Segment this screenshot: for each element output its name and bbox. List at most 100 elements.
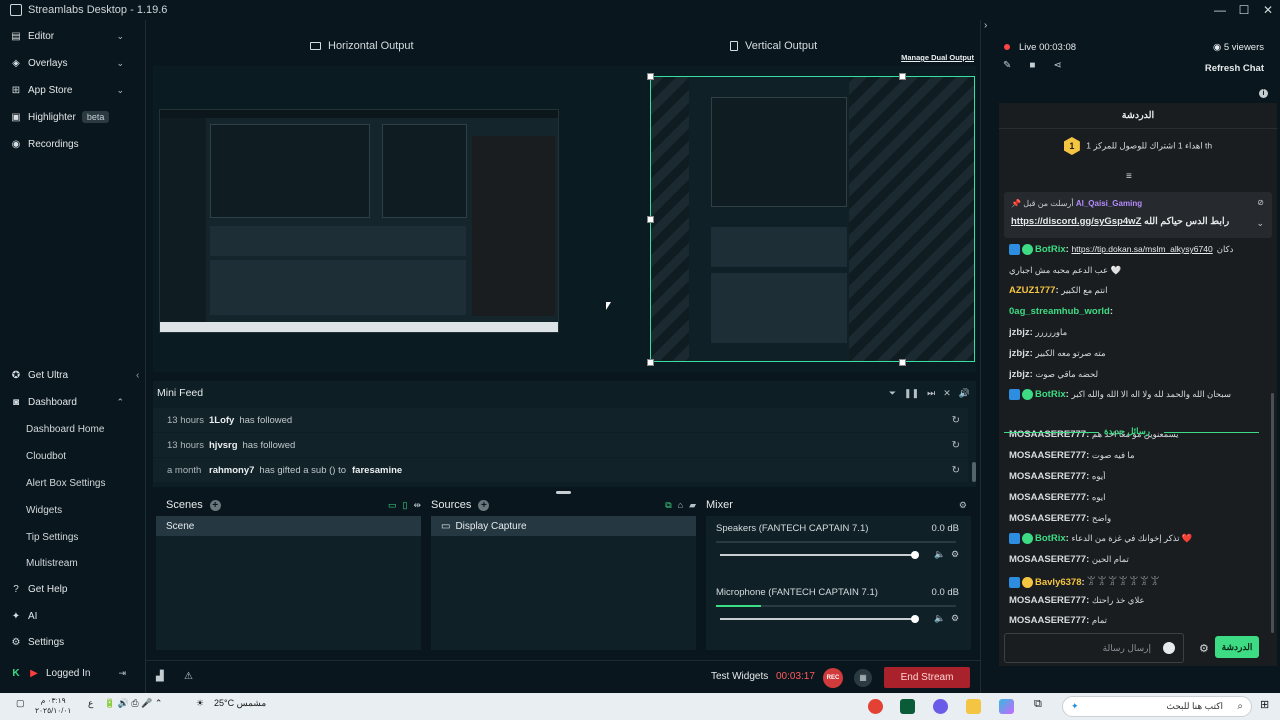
resize-handle[interactable]: [899, 73, 906, 80]
horizontal-output-header[interactable]: Horizontal Output: [310, 40, 414, 52]
manage-dual-output-link[interactable]: Manage Dual Output: [901, 53, 974, 62]
resize-handle[interactable]: [899, 359, 906, 366]
source-tool-icon[interactable]: ⌂: [678, 500, 683, 511]
language-icon[interactable]: ع: [88, 698, 93, 709]
chat-scrollbar[interactable]: [1271, 393, 1274, 633]
mini-feed-scrollbar[interactable]: [972, 462, 976, 482]
sidebar-item-get-help[interactable]: ? Get Help: [0, 576, 146, 602]
record-button[interactable]: REC: [823, 668, 843, 688]
chat-username[interactable]: jzbjz: [1009, 327, 1030, 338]
scene-item[interactable]: Scene: [156, 516, 421, 536]
chevron-down-icon[interactable]: ⌄: [116, 31, 124, 42]
chat-username[interactable]: MOSAASERE777: [1009, 471, 1086, 482]
chevron-down-icon[interactable]: ⌄: [116, 85, 124, 96]
volume-slider[interactable]: [720, 618, 916, 620]
filter-icon[interactable]: ⏷: [889, 388, 896, 399]
clock[interactable]: ٠٣:١٩ م ٢٠٢٥/١٠/٠١: [35, 696, 71, 716]
chat-username[interactable]: 0ag_streamhub_world: [1009, 306, 1110, 317]
sidebar-item-alert-box-settings[interactable]: Alert Box Settings: [0, 470, 146, 496]
sidebar-item-tip-settings[interactable]: Tip Settings: [0, 524, 146, 550]
resize-handle[interactable]: [647, 216, 654, 223]
chat-username[interactable]: MOSAASERE777: [1009, 513, 1086, 524]
chat-username[interactable]: BotRix: [1035, 533, 1066, 544]
pause-icon[interactable]: ❚❚: [904, 388, 919, 399]
refresh-chat-button[interactable]: Refresh Chat: [1205, 63, 1264, 74]
sidebar-item-get-ultra[interactable]: ✪ Get Ultra: [0, 362, 146, 388]
sidebar-item-app-store[interactable]: ⊞ App Store ⌄: [0, 77, 146, 103]
chat-username[interactable]: MOSAASERE777: [1009, 554, 1086, 565]
action-center-icon[interactable]: ▢: [16, 698, 25, 709]
vertical-output-header[interactable]: Vertical Output: [730, 40, 817, 52]
sidebar-item-ai[interactable]: ✦ AI: [0, 603, 146, 629]
camera-icon[interactable]: ■: [1029, 60, 1035, 71]
filter-icon[interactable]: ≡: [1126, 171, 1132, 182]
panel-resize-handle[interactable]: [556, 491, 571, 494]
discord-icon[interactable]: [933, 699, 948, 714]
add-scene-button[interactable]: +: [209, 499, 221, 511]
chevron-down-icon[interactable]: ⌄: [116, 58, 124, 69]
mixer-settings-icon[interactable]: ⚙: [959, 500, 967, 511]
chat-username[interactable]: MOSAASERE777: [1009, 615, 1086, 626]
sidebar-item-dashboard-home[interactable]: Dashboard Home: [0, 416, 146, 442]
streamlabs-taskbar-icon[interactable]: [900, 699, 915, 714]
volume-slider-knob[interactable]: [911, 551, 919, 559]
vertical-display-icon[interactable]: ▯: [403, 500, 408, 511]
chat-username[interactable]: BotRix: [1035, 389, 1066, 400]
unpin-icon[interactable]: ⊘: [1257, 198, 1264, 207]
tray-icons[interactable]: 🔋 🔊 ⎙ 🎤 ⌃: [104, 698, 162, 709]
minimize-button[interactable]: —: [1208, 3, 1232, 17]
sidebar-item-editor[interactable]: ▤ Editor ⌄: [0, 23, 146, 49]
chevron-down-icon[interactable]: ⌄: [1256, 218, 1264, 229]
replay-icon[interactable]: ↻: [952, 415, 960, 426]
sidebar-item-cloudbot[interactable]: Cloudbot: [0, 443, 146, 469]
volume-slider[interactable]: [720, 554, 916, 556]
sidebar-item-settings[interactable]: ⚙ Settings: [0, 629, 146, 655]
chat-text[interactable]: https://tip.dokan.sa/mslm_alkysy6740: [1071, 244, 1212, 254]
schedule-icon[interactable]: ▦: [854, 669, 872, 687]
resize-handle[interactable]: [647, 359, 654, 366]
chevron-up-icon[interactable]: ⌃: [116, 397, 124, 408]
edit-icon[interactable]: ✎: [1003, 60, 1011, 71]
studio-mode-icon[interactable]: ⇹: [413, 500, 421, 511]
chat-input[interactable]: إرسال رسالة: [1004, 633, 1184, 663]
collapse-chat-icon[interactable]: ›: [984, 20, 987, 31]
sidebar-item-widgets[interactable]: Widgets: [0, 497, 146, 523]
add-source-button[interactable]: +: [478, 499, 490, 511]
skip-icon[interactable]: ⏭: [927, 388, 935, 399]
replay-icon[interactable]: ↻: [952, 465, 960, 476]
copilot-icon[interactable]: [999, 699, 1014, 714]
maximize-button[interactable]: ☐: [1232, 3, 1256, 17]
add-source-group-icon[interactable]: ⧉: [665, 500, 671, 511]
speaker-icon[interactable]: 🔈: [934, 549, 945, 560]
resize-handle[interactable]: [647, 73, 654, 80]
chat-username[interactable]: Bavly6378: [1035, 577, 1081, 588]
gear-icon[interactable]: ⚙: [951, 549, 959, 560]
warning-icon[interactable]: ⚠: [184, 671, 193, 682]
horizontal-preview[interactable]: [159, 109, 559, 333]
source-item[interactable]: ▭ Display Capture: [431, 516, 696, 536]
start-button-icon[interactable]: ⊞: [1260, 698, 1269, 711]
chat-username[interactable]: AZUZ1777: [1009, 285, 1055, 296]
sidebar-item-recordings[interactable]: ◉ Recordings: [0, 131, 146, 157]
sidebar-item-overlays[interactable]: ◈ Overlays ⌄: [0, 50, 146, 76]
chrome-icon[interactable]: [868, 699, 883, 714]
folder-icon[interactable]: ▰: [689, 500, 696, 511]
vertical-preview[interactable]: [650, 76, 975, 362]
volume-icon[interactable]: 🔊: [959, 388, 970, 399]
mute-alerts-icon[interactable]: ✕: [943, 388, 951, 399]
pinned-link[interactable]: https://discord.gg/syGsp4wZ: [1011, 216, 1141, 227]
close-button[interactable]: ✕: [1256, 3, 1280, 17]
info-icon[interactable]: i: [1259, 89, 1268, 98]
emoji-icon[interactable]: [1163, 642, 1175, 654]
chat-username[interactable]: MOSAASERE777: [1009, 492, 1086, 503]
share-icon[interactable]: ⋖: [1053, 60, 1061, 71]
sidebar-item-logged-in[interactable]: K ▶ Logged In ⇥: [0, 660, 146, 686]
chat-username[interactable]: MOSAASERE777: [1009, 450, 1086, 461]
task-view-icon[interactable]: ⧉: [1034, 698, 1042, 711]
weather-text[interactable]: 25°C مشمس: [214, 698, 266, 709]
chat-settings-icon[interactable]: ⚙: [1199, 642, 1209, 655]
logout-icon[interactable]: ⇥: [118, 668, 126, 679]
replay-icon[interactable]: ↻: [952, 440, 960, 451]
speaker-icon[interactable]: 🔈: [934, 613, 945, 624]
file-explorer-icon[interactable]: [966, 699, 981, 714]
